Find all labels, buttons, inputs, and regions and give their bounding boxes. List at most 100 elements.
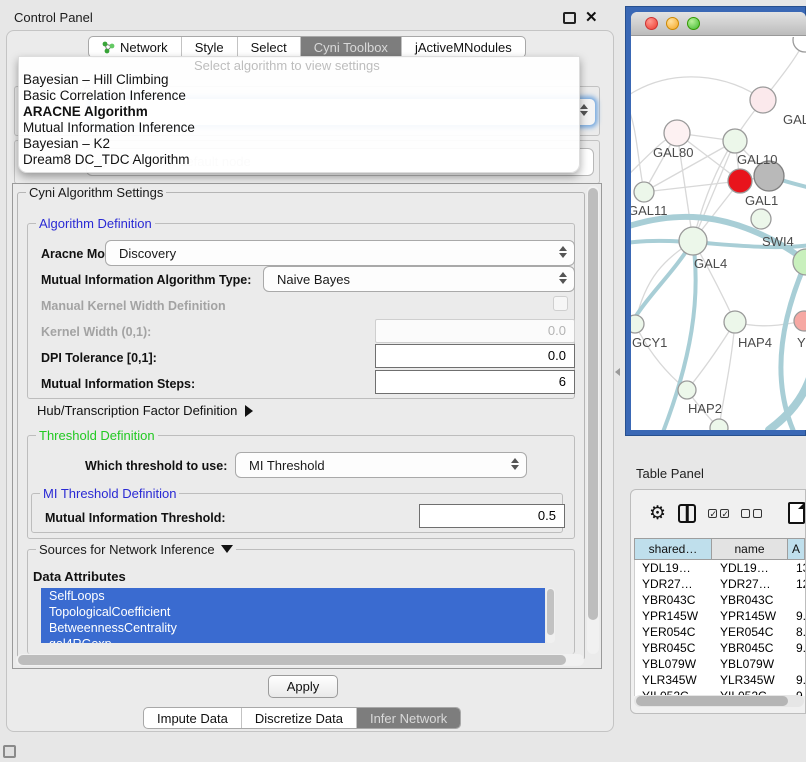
zoom-traffic-light-icon[interactable] (687, 17, 700, 30)
column-header-name[interactable]: name (712, 538, 788, 560)
dpi-tolerance-field[interactable]: 0.0 (375, 344, 575, 368)
column-header-cut[interactable]: A (788, 538, 805, 560)
node-gal80[interactable] (664, 120, 690, 146)
node-hap4[interactable] (724, 311, 746, 333)
float-window-icon[interactable] (563, 12, 576, 24)
option-bayesian-k2[interactable]: Bayesian – K2 (21, 136, 577, 152)
algorithm-dropdown-popup: Select algorithm to view settings Bayesi… (18, 56, 580, 173)
list-item[interactable]: BetweennessCentrality (41, 620, 545, 636)
table-row[interactable]: YPR145WYPR145W9. (635, 608, 805, 624)
table-header-row: shared… name A (634, 538, 805, 560)
tab-network[interactable]: Network (89, 37, 182, 57)
aracne-mode-combobox[interactable]: Discovery (105, 240, 575, 266)
new-table-icon[interactable] (788, 502, 805, 524)
data-attributes-list[interactable]: SelfLoops TopologicalCoefficient Between… (41, 588, 545, 643)
node-hap2[interactable] (678, 381, 696, 399)
svg-text:Y: Y (797, 335, 806, 350)
svg-text:HAP4: HAP4 (738, 335, 772, 350)
algorithm-placeholder: Select algorithm to view settings (194, 58, 380, 73)
threshold-definition-title: Threshold Definition (36, 428, 158, 443)
table-row[interactable]: YDR27…YDR27…12 (635, 576, 805, 592)
list-item[interactable]: SelfLoops (41, 588, 545, 604)
manual-kernel-checkbox[interactable] (553, 296, 568, 311)
node-gal1[interactable] (728, 169, 752, 193)
network-window-titlebar[interactable] (631, 12, 806, 36)
combo-arrows-icon (559, 272, 567, 284)
table-row[interactable]: YDL19…YDL19…13 (635, 560, 805, 576)
expand-right-icon (245, 405, 253, 417)
network-view-canvas[interactable]: GAL GAL80 GAL10 GAL1 GAL11 SWI4 GAL4 GCY… (631, 12, 806, 430)
list-item[interactable]: TopologicalCoefficient (41, 604, 545, 620)
network-icon (102, 41, 115, 54)
list-item[interactable]: gal4RGexp (41, 636, 545, 643)
option-dream8[interactable]: Dream8 DC_TDC Algorithm (21, 152, 577, 168)
algorithm-option-list: Bayesian – Hill Climbing Basic Correlati… (21, 72, 577, 168)
svg-text:GAL80: GAL80 (653, 145, 693, 160)
deselect-all-checkboxes-icon[interactable] (741, 509, 762, 518)
tab-select[interactable]: Select (238, 37, 301, 57)
combo-arrows-icon (580, 104, 588, 116)
mi-steps-field[interactable]: 6 (375, 370, 575, 394)
node-gcy1[interactable] (631, 315, 644, 333)
settings-horizontal-scrollbar[interactable] (16, 654, 584, 666)
network-graph[interactable]: GAL GAL80 GAL10 GAL1 GAL11 SWI4 GAL4 GCY… (631, 37, 806, 430)
tab-discretize-data[interactable]: Discretize Data (242, 708, 357, 728)
mi-steps-label: Mutual Information Steps: (41, 377, 195, 391)
tab-style[interactable]: Style (182, 37, 238, 57)
table-horizontal-scrollbar[interactable] (634, 695, 804, 707)
node-gal[interactable] (750, 87, 776, 113)
which-threshold-label: Which threshold to use: (85, 459, 227, 473)
table-row[interactable]: YLR345WYLR345W9. (635, 672, 805, 688)
option-aracne[interactable]: ARACNE Algorithm (21, 104, 577, 120)
kernel-width-field[interactable]: 0.0 (375, 319, 575, 343)
combo-arrows-icon (511, 458, 519, 470)
cyni-settings-scrollpane: Cyni Algorithm Settings Algorithm Defini… (12, 183, 602, 669)
mi-threshold-field[interactable]: 0.5 (419, 504, 565, 528)
hub-definition-toggle[interactable]: Hub/Transcription Factor Definition (37, 403, 253, 418)
kernel-width-label: Kernel Width (0,1): (41, 325, 151, 339)
aracne-mode-value: Discovery (119, 246, 176, 261)
tab-jactivemnodules[interactable]: jActiveMNodules (402, 37, 525, 57)
close-traffic-light-icon[interactable] (645, 17, 658, 30)
table-body: YDL19…YDL19…13 YDR27…YDR27…12 YBR043CYBR… (634, 560, 805, 696)
attribute-list-scrollbar[interactable] (546, 588, 555, 643)
node-swi4[interactable] (751, 209, 771, 229)
table-row[interactable]: YBR045CYBR045C9. (635, 640, 805, 656)
split-pane-collapse-handle[interactable] (615, 368, 623, 378)
table-row[interactable]: YBL079WYBL079W (635, 656, 805, 672)
tab-cyni-toolbox[interactable]: Cyni Toolbox (301, 37, 402, 57)
node-gal4[interactable] (679, 227, 707, 255)
close-icon[interactable]: ✕ (585, 8, 598, 26)
node-gal10[interactable] (723, 129, 747, 153)
svg-text:HAP2: HAP2 (688, 401, 722, 416)
control-panel-tabbar: Network Style Select Cyni Toolbox jActiv… (88, 36, 526, 58)
columns-icon[interactable] (678, 504, 696, 523)
node-gal11[interactable] (634, 182, 654, 202)
minimize-traffic-light-icon[interactable] (666, 17, 679, 30)
control-panel-title: Control Panel (14, 10, 93, 25)
column-header-shared-name[interactable]: shared… (634, 538, 712, 560)
svg-text:GAL4: GAL4 (694, 256, 727, 271)
node[interactable] (793, 37, 806, 52)
restore-panel-icon[interactable] (3, 745, 16, 758)
network-view-window[interactable]: GAL GAL80 GAL10 GAL1 GAL11 SWI4 GAL4 GCY… (625, 6, 806, 436)
tab-infer-network[interactable]: Infer Network (357, 708, 460, 728)
table-row[interactable]: YER054CYER054C8. (635, 624, 805, 640)
tab-impute-data[interactable]: Impute Data (144, 708, 242, 728)
table-row[interactable]: YBR043CYBR043C (635, 592, 805, 608)
mi-type-combobox[interactable]: Naive Bayes (263, 266, 575, 292)
settings-vertical-scrollbar[interactable] (587, 186, 599, 654)
node-salmon[interactable] (794, 311, 806, 331)
sources-group-title: Sources for Network Inference (36, 542, 236, 557)
mi-type-label: Mutual Information Algorithm Type: (41, 273, 251, 287)
select-all-checkboxes-icon[interactable]: ✓✓ (708, 509, 729, 518)
gear-icon[interactable]: ⚙ (649, 504, 666, 523)
bottom-tabbar: Impute Data Discretize Data Infer Networ… (143, 707, 461, 729)
apply-button[interactable]: Apply (268, 675, 338, 698)
algorithm-definition-title: Algorithm Definition (36, 216, 155, 231)
dpi-tolerance-label: DPI Tolerance [0,1]: (41, 351, 157, 365)
which-threshold-combobox[interactable]: MI Threshold (235, 452, 527, 478)
option-basic-correlation[interactable]: Basic Correlation Inference (21, 88, 577, 104)
option-mutual-information[interactable]: Mutual Information Inference (21, 120, 577, 136)
option-bayesian-hill-climbing[interactable]: Bayesian – Hill Climbing (21, 72, 577, 88)
